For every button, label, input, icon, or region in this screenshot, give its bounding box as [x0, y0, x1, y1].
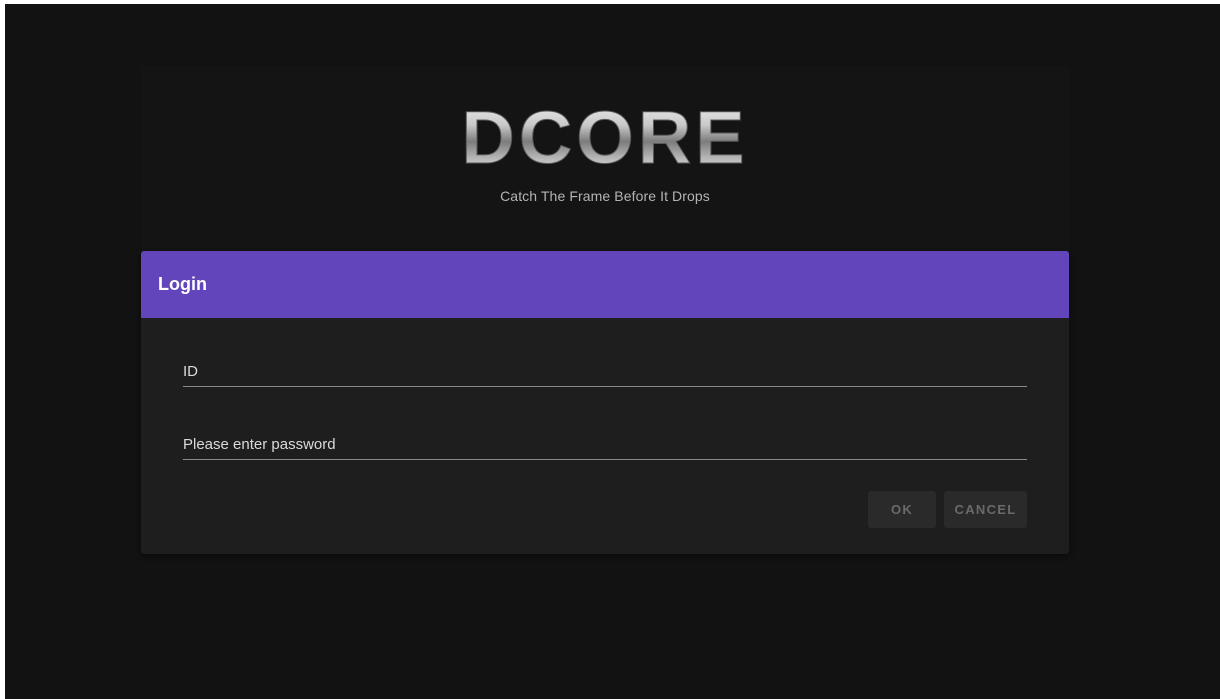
login-dialog-header: Login — [141, 251, 1069, 318]
id-field — [183, 356, 1027, 387]
id-input[interactable] — [183, 356, 1027, 386]
svg-text:DCORE: DCORE — [461, 100, 748, 172]
cancel-button[interactable]: CANCEL — [944, 491, 1027, 528]
brand-area: DCORE Catch The Frame Before It Drops — [141, 66, 1069, 253]
password-input[interactable] — [183, 429, 1027, 459]
login-title: Login — [158, 274, 207, 294]
login-dialog: Login OK CANCEL — [141, 251, 1069, 554]
dcore-logo-mark: DCORE — [461, 100, 748, 172]
dcore-logo: DCORE — [141, 100, 1069, 172]
ok-button[interactable]: OK — [868, 491, 936, 528]
password-field — [183, 429, 1027, 460]
login-page: DCORE Catch The Frame Before It Drops Lo… — [5, 4, 1220, 699]
tagline: Catch The Frame Before It Drops — [500, 188, 710, 204]
